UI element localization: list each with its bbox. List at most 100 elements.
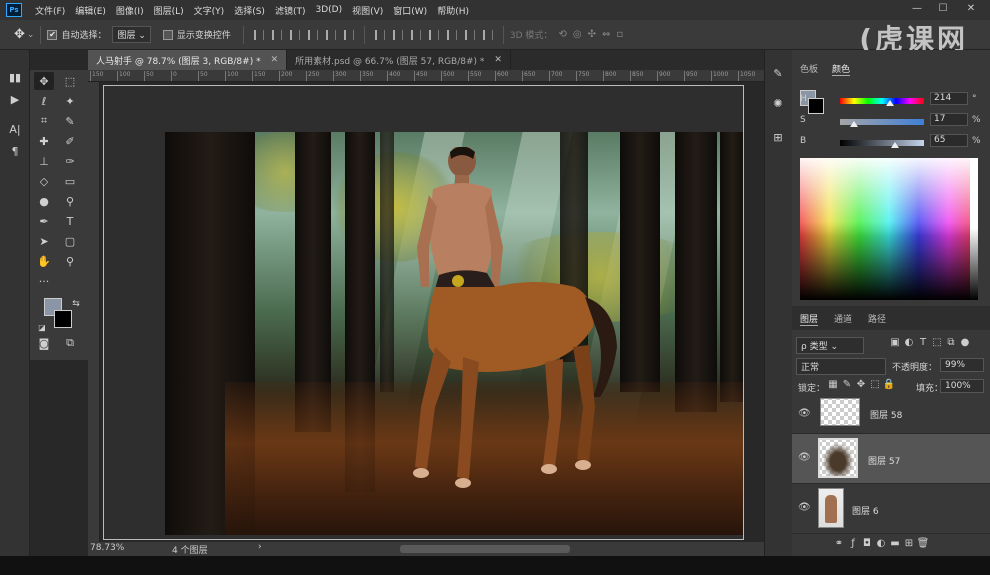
dodge-tool[interactable]: ⚲ xyxy=(60,192,80,210)
menu-filter[interactable]: 滤镜(T) xyxy=(270,4,311,17)
tab-layers[interactable]: 图层 xyxy=(800,312,819,326)
distribute-top-icon[interactable] xyxy=(374,29,385,40)
menu-help[interactable]: 帮助(H) xyxy=(432,4,474,17)
menu-view[interactable]: 视图(V) xyxy=(347,4,388,17)
auto-select-checkbox[interactable]: ✔ xyxy=(47,29,58,40)
fill-field[interactable]: 100% xyxy=(940,379,984,393)
close-icon[interactable]: ✕ xyxy=(271,55,279,65)
trash-icon[interactable]: 🗑 xyxy=(916,538,930,549)
eyedropper-tool[interactable]: ✎ xyxy=(60,112,80,130)
3d-scale-icon[interactable]: ▫ xyxy=(616,29,623,40)
layer-name[interactable]: 图层 6 xyxy=(852,504,879,517)
align-bottom-icon[interactable] xyxy=(343,29,354,40)
menu-file[interactable]: 文件(F) xyxy=(30,4,70,17)
marquee-tool[interactable]: ⬚ xyxy=(60,72,80,90)
brightness-slider[interactable] xyxy=(840,140,924,146)
saturation-value[interactable]: 17 xyxy=(930,113,968,126)
close-window-button[interactable]: ✕ xyxy=(960,0,982,16)
clone-stamp-tool[interactable]: ⊥ xyxy=(34,152,54,170)
3d-rotate-icon[interactable]: ⟲ xyxy=(558,29,566,40)
smart-object-filter-icon[interactable]: ⧉ xyxy=(944,337,958,348)
menu-edit[interactable]: 编辑(E) xyxy=(70,4,111,17)
3d-slide-icon[interactable]: ⇔ xyxy=(602,29,610,40)
align-left-icon[interactable] xyxy=(253,29,264,40)
lock-artboard-icon[interactable]: ⬚ xyxy=(868,379,882,390)
eraser-tool[interactable]: ◇ xyxy=(34,172,54,190)
layer-name[interactable]: 图层 57 xyxy=(868,454,900,467)
align-hcenter-icon[interactable] xyxy=(271,29,282,40)
menu-image[interactable]: 图像(I) xyxy=(111,4,149,17)
mask-icon[interactable]: ◘ xyxy=(860,538,874,549)
group-icon[interactable]: ▬ xyxy=(888,538,902,549)
filter-toggle-icon[interactable]: ● xyxy=(958,337,972,348)
tab-color[interactable]: 颜色 xyxy=(832,62,851,76)
menu-layer[interactable]: 图层(L) xyxy=(149,4,189,17)
brightness-value[interactable]: 65 xyxy=(930,134,968,147)
chevron-down-icon[interactable]: ⌄ xyxy=(27,30,35,40)
fx-icon[interactable]: ƒ xyxy=(846,538,860,549)
history-brush-tool[interactable]: ✑ xyxy=(60,152,80,170)
visibility-eye-icon[interactable]: 👁 xyxy=(798,502,811,513)
screen-mode-icon[interactable]: ⧉ xyxy=(60,334,80,352)
tab-paths[interactable]: 路径 xyxy=(868,312,886,325)
character-panel-icon[interactable]: A| xyxy=(5,120,25,138)
tab-document-1[interactable]: 人马射手 @ 78.7% (图层 3, RGB/8#) * ✕ xyxy=(88,50,288,70)
quick-mask-icon[interactable]: ◙ xyxy=(34,334,54,352)
type-tool[interactable]: T xyxy=(60,212,80,230)
hand-tool[interactable]: ✋ xyxy=(34,252,54,270)
blur-tool[interactable]: ● xyxy=(34,192,54,210)
layer-row-selected[interactable]: 👁 图层 57 xyxy=(792,434,990,484)
type-filter-icon[interactable]: T xyxy=(916,337,930,348)
magic-wand-tool[interactable]: ✦ xyxy=(60,92,80,110)
distribute-bottom-icon[interactable] xyxy=(410,29,421,40)
more-tools[interactable]: ··· xyxy=(34,272,54,290)
move-tool[interactable]: ✥ xyxy=(34,72,54,90)
close-icon[interactable]: ✕ xyxy=(494,55,502,65)
distribute-left-icon[interactable] xyxy=(428,29,439,40)
opacity-field[interactable]: 99% xyxy=(940,358,984,372)
align-vcenter-icon[interactable] xyxy=(325,29,336,40)
layer-row[interactable]: 👁 图层 58 xyxy=(792,396,990,434)
adjustment-icon[interactable]: ◐ xyxy=(874,538,888,549)
maximize-button[interactable]: ☐ xyxy=(932,0,954,16)
auto-align-icon[interactable] xyxy=(482,29,493,40)
path-selection-tool[interactable]: ➤ xyxy=(34,232,54,250)
hue-slider-thumb[interactable] xyxy=(885,100,894,106)
new-layer-icon[interactable]: ⊞ xyxy=(902,538,916,549)
paragraph-panel-icon[interactable]: ¶ xyxy=(5,142,25,160)
layer-name[interactable]: 图层 58 xyxy=(870,408,902,421)
visibility-eye-icon[interactable]: 👁 xyxy=(798,452,811,463)
adjustments-icon[interactable]: ⊞ xyxy=(768,128,788,146)
lock-position-icon[interactable]: ✥ xyxy=(854,379,868,390)
lock-all-icon[interactable]: 🔒 xyxy=(882,379,896,390)
layer-row[interactable]: 👁 图层 6 xyxy=(792,484,990,534)
tab-swatches[interactable]: 色板 xyxy=(800,62,818,75)
gradient-tool[interactable]: ▭ xyxy=(60,172,80,190)
menu-select[interactable]: 选择(S) xyxy=(229,4,270,17)
hue-slider[interactable] xyxy=(840,98,924,104)
lock-pixels-icon[interactable]: ✎ xyxy=(840,379,854,390)
zoom-level[interactable]: 78.73% xyxy=(90,543,124,553)
crop-tool[interactable]: ⌗ xyxy=(34,112,54,130)
show-transform-checkbox[interactable] xyxy=(162,29,173,40)
visibility-eye-icon[interactable]: 👁 xyxy=(798,408,811,419)
minimize-button[interactable]: — xyxy=(906,0,928,16)
align-top-icon[interactable] xyxy=(307,29,318,40)
styles-icon[interactable]: ✺ xyxy=(768,94,788,112)
adjustment-filter-icon[interactable]: ◐ xyxy=(902,337,916,348)
brush-tool[interactable]: ✐ xyxy=(60,132,80,150)
layer-filter-dropdown[interactable]: ρ 类型 ⌄ xyxy=(796,337,864,354)
auto-select-dropdown[interactable]: 图层 ⌄ xyxy=(112,26,151,43)
zoom-tool[interactable]: ⚲ xyxy=(60,252,80,270)
menu-window[interactable]: 窗口(W) xyxy=(388,4,432,17)
lock-transparency-icon[interactable]: ▦ xyxy=(826,379,840,390)
shape-tool[interactable]: ▢ xyxy=(60,232,80,250)
distribute-hcenter-icon[interactable] xyxy=(446,29,457,40)
distribute-right-icon[interactable] xyxy=(464,29,475,40)
horizontal-scrollbar[interactable] xyxy=(400,545,570,553)
lasso-tool[interactable]: ℓ xyxy=(34,92,54,110)
image-filter-icon[interactable]: ▣ xyxy=(888,337,902,348)
color-spectrum[interactable] xyxy=(800,158,978,300)
status-menu-arrow[interactable]: › xyxy=(258,542,262,552)
tab-channels[interactable]: 通道 xyxy=(834,312,852,325)
